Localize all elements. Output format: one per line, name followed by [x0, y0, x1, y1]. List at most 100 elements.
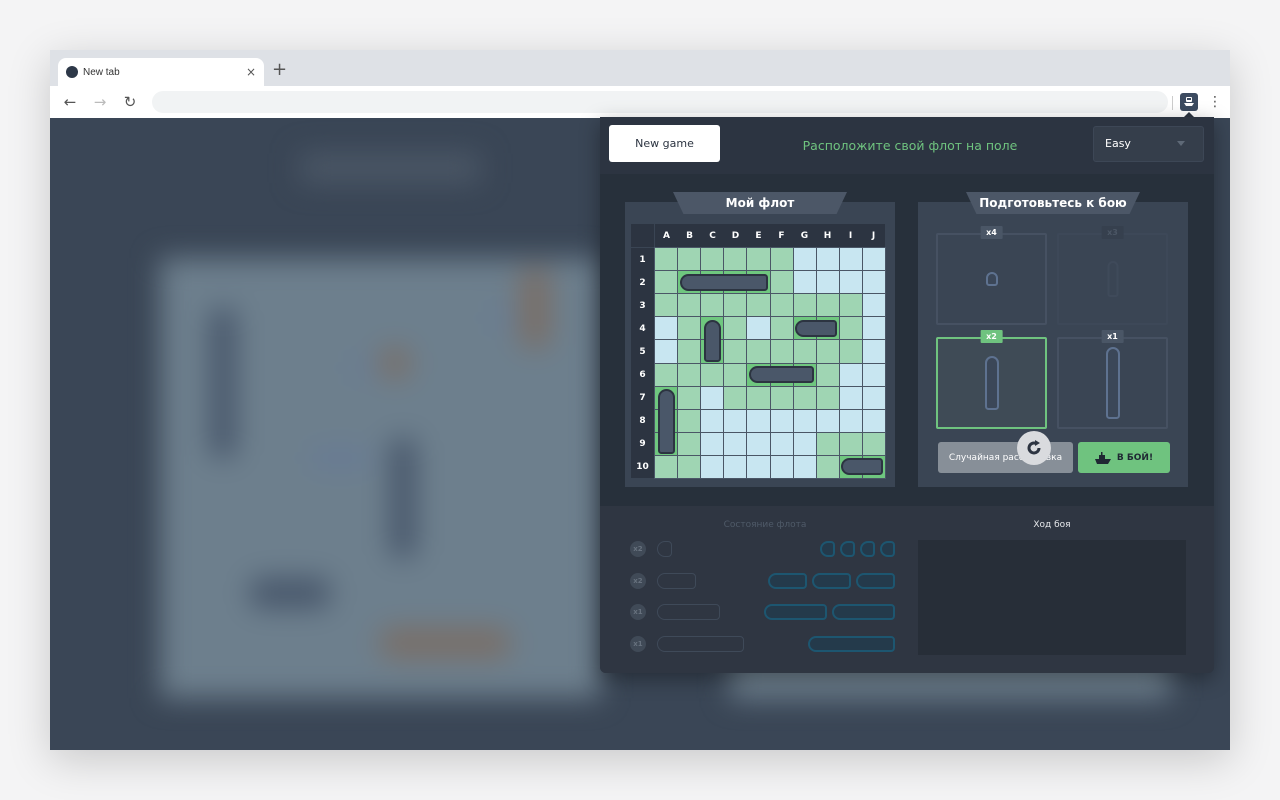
board-cell-g2[interactable]	[793, 271, 816, 294]
board-cell-a8[interactable]	[655, 409, 678, 432]
board-cell-h4[interactable]	[816, 317, 839, 340]
board-cell-d1[interactable]	[724, 248, 747, 271]
board-cell-g9[interactable]	[793, 432, 816, 455]
browser-menu-button[interactable]: ⋮	[1208, 92, 1222, 112]
board-cell-h5[interactable]	[816, 340, 839, 363]
board-cell-a3[interactable]	[655, 294, 678, 317]
board-cell-d7[interactable]	[724, 386, 747, 409]
board-cell-g1[interactable]	[793, 248, 816, 271]
board-cell-d4[interactable]	[724, 317, 747, 340]
board-cell-h1[interactable]	[816, 248, 839, 271]
board-cell-c10[interactable]	[701, 455, 724, 478]
board-cell-e2[interactable]	[747, 271, 770, 294]
board-cell-c4[interactable]	[701, 317, 724, 340]
board-cell-c2[interactable]	[701, 271, 724, 294]
board-cell-f6[interactable]	[770, 363, 793, 386]
board-cell-h7[interactable]	[816, 386, 839, 409]
board-cell-j5[interactable]	[862, 340, 885, 363]
board-cell-d9[interactable]	[724, 432, 747, 455]
board-cell-i10[interactable]	[839, 455, 862, 478]
board-cell-d5[interactable]	[724, 340, 747, 363]
board-cell-a10[interactable]	[655, 455, 678, 478]
new-game-button[interactable]: New game	[609, 125, 720, 162]
board-cell-c6[interactable]	[701, 363, 724, 386]
board-cell-h6[interactable]	[816, 363, 839, 386]
board-cell-j7[interactable]	[862, 386, 885, 409]
board-cell-b10[interactable]	[678, 455, 701, 478]
board-cell-d8[interactable]	[724, 409, 747, 432]
board-cell-h10[interactable]	[816, 455, 839, 478]
rotate-ship-button[interactable]	[1017, 431, 1051, 465]
ship-slot-3-deck[interactable]: x2	[936, 330, 1047, 429]
board-cell-e7[interactable]	[747, 386, 770, 409]
board-cell-b6[interactable]	[678, 363, 701, 386]
board-cell-e3[interactable]	[747, 294, 770, 317]
board-cell-i4[interactable]	[839, 317, 862, 340]
tab-new-tab[interactable]: New tab ×	[58, 58, 264, 86]
board-cell-j9[interactable]	[862, 432, 885, 455]
board-cell-a9[interactable]	[655, 432, 678, 455]
board-cell-h9[interactable]	[816, 432, 839, 455]
board-cell-f5[interactable]	[770, 340, 793, 363]
board-cell-b1[interactable]	[678, 248, 701, 271]
board-cell-f8[interactable]	[770, 409, 793, 432]
board-cell-i6[interactable]	[839, 363, 862, 386]
board-cell-g10[interactable]	[793, 455, 816, 478]
board-cell-g3[interactable]	[793, 294, 816, 317]
board-cell-f10[interactable]	[770, 455, 793, 478]
board-cell-b9[interactable]	[678, 432, 701, 455]
board-cell-f2[interactable]	[770, 271, 793, 294]
board-cell-i5[interactable]	[839, 340, 862, 363]
board-cell-c8[interactable]	[701, 409, 724, 432]
board-cell-e4[interactable]	[747, 317, 770, 340]
board-cell-g7[interactable]	[793, 386, 816, 409]
board-cell-e8[interactable]	[747, 409, 770, 432]
board-cell-c9[interactable]	[701, 432, 724, 455]
board-cell-b2[interactable]	[678, 271, 701, 294]
board-cell-b3[interactable]	[678, 294, 701, 317]
board-cell-e6[interactable]	[747, 363, 770, 386]
board-cell-j8[interactable]	[862, 409, 885, 432]
board-cell-h8[interactable]	[816, 409, 839, 432]
board-cell-c1[interactable]	[701, 248, 724, 271]
board-cell-i8[interactable]	[839, 409, 862, 432]
board-cell-j4[interactable]	[862, 317, 885, 340]
board-cell-e9[interactable]	[747, 432, 770, 455]
board-cell-b8[interactable]	[678, 409, 701, 432]
back-button[interactable]: ←	[60, 92, 80, 112]
board-cell-e1[interactable]	[747, 248, 770, 271]
ship-slot-2-deck[interactable]: x3	[1057, 226, 1168, 325]
board-cell-j10[interactable]	[862, 455, 885, 478]
board-cell-i2[interactable]	[839, 271, 862, 294]
board-cell-a1[interactable]	[655, 248, 678, 271]
board-cell-i3[interactable]	[839, 294, 862, 317]
board-cell-a6[interactable]	[655, 363, 678, 386]
board-cell-g6[interactable]	[793, 363, 816, 386]
ship-slot-4-deck[interactable]: x1	[1057, 330, 1168, 429]
board-cell-f7[interactable]	[770, 386, 793, 409]
reload-button[interactable]: ↻	[120, 92, 140, 112]
board-cell-e10[interactable]	[747, 455, 770, 478]
board-cell-j3[interactable]	[862, 294, 885, 317]
board-cell-a5[interactable]	[655, 340, 678, 363]
board-cell-c7[interactable]	[701, 386, 724, 409]
board-cell-b7[interactable]	[678, 386, 701, 409]
address-bar[interactable]	[152, 91, 1168, 113]
board-cell-a4[interactable]	[655, 317, 678, 340]
board-cell-c3[interactable]	[701, 294, 724, 317]
board-cell-d2[interactable]	[724, 271, 747, 294]
difficulty-select[interactable]: Easy	[1093, 126, 1204, 162]
board-cell-a2[interactable]	[655, 271, 678, 294]
board-cell-g4[interactable]	[793, 317, 816, 340]
board-cell-i9[interactable]	[839, 432, 862, 455]
board-cell-d3[interactable]	[724, 294, 747, 317]
ship-slot-1-deck[interactable]: x4	[936, 226, 1047, 325]
board-cell-d6[interactable]	[724, 363, 747, 386]
board-cell-a7[interactable]	[655, 386, 678, 409]
board-cell-g8[interactable]	[793, 409, 816, 432]
board-cell-f4[interactable]	[770, 317, 793, 340]
random-placement-button[interactable]: Случайная расстановка	[938, 442, 1073, 473]
start-battle-button[interactable]: В БОЙ!	[1078, 442, 1170, 473]
board-cell-i7[interactable]	[839, 386, 862, 409]
tab-close-icon[interactable]: ×	[246, 65, 256, 79]
